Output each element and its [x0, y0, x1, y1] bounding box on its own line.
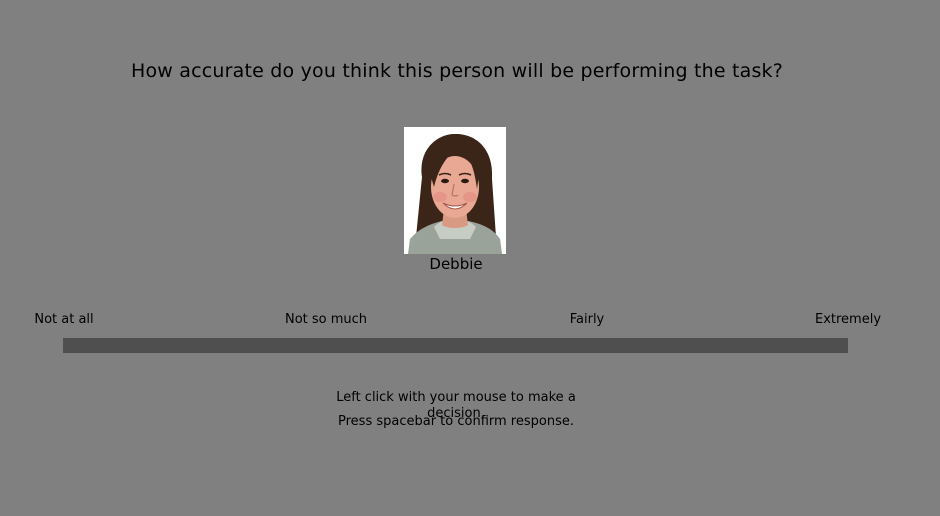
- scale-label-not-so-much: Not so much: [284, 312, 368, 327]
- rating-screen: How accurate do you think this person wi…: [0, 0, 940, 516]
- scale-label-extremely: Extremely: [814, 312, 882, 327]
- question-prompt: How accurate do you think this person wi…: [130, 60, 784, 82]
- scale-label-fairly: Fairly: [569, 312, 605, 327]
- instruction-spacebar: Press spacebar to confirm response.: [338, 414, 574, 429]
- rating-slider-track[interactable]: [63, 338, 848, 353]
- person-name: Debbie: [429, 255, 483, 273]
- scale-label-not-at-all: Not at all: [34, 312, 94, 327]
- person-photo: [404, 127, 506, 254]
